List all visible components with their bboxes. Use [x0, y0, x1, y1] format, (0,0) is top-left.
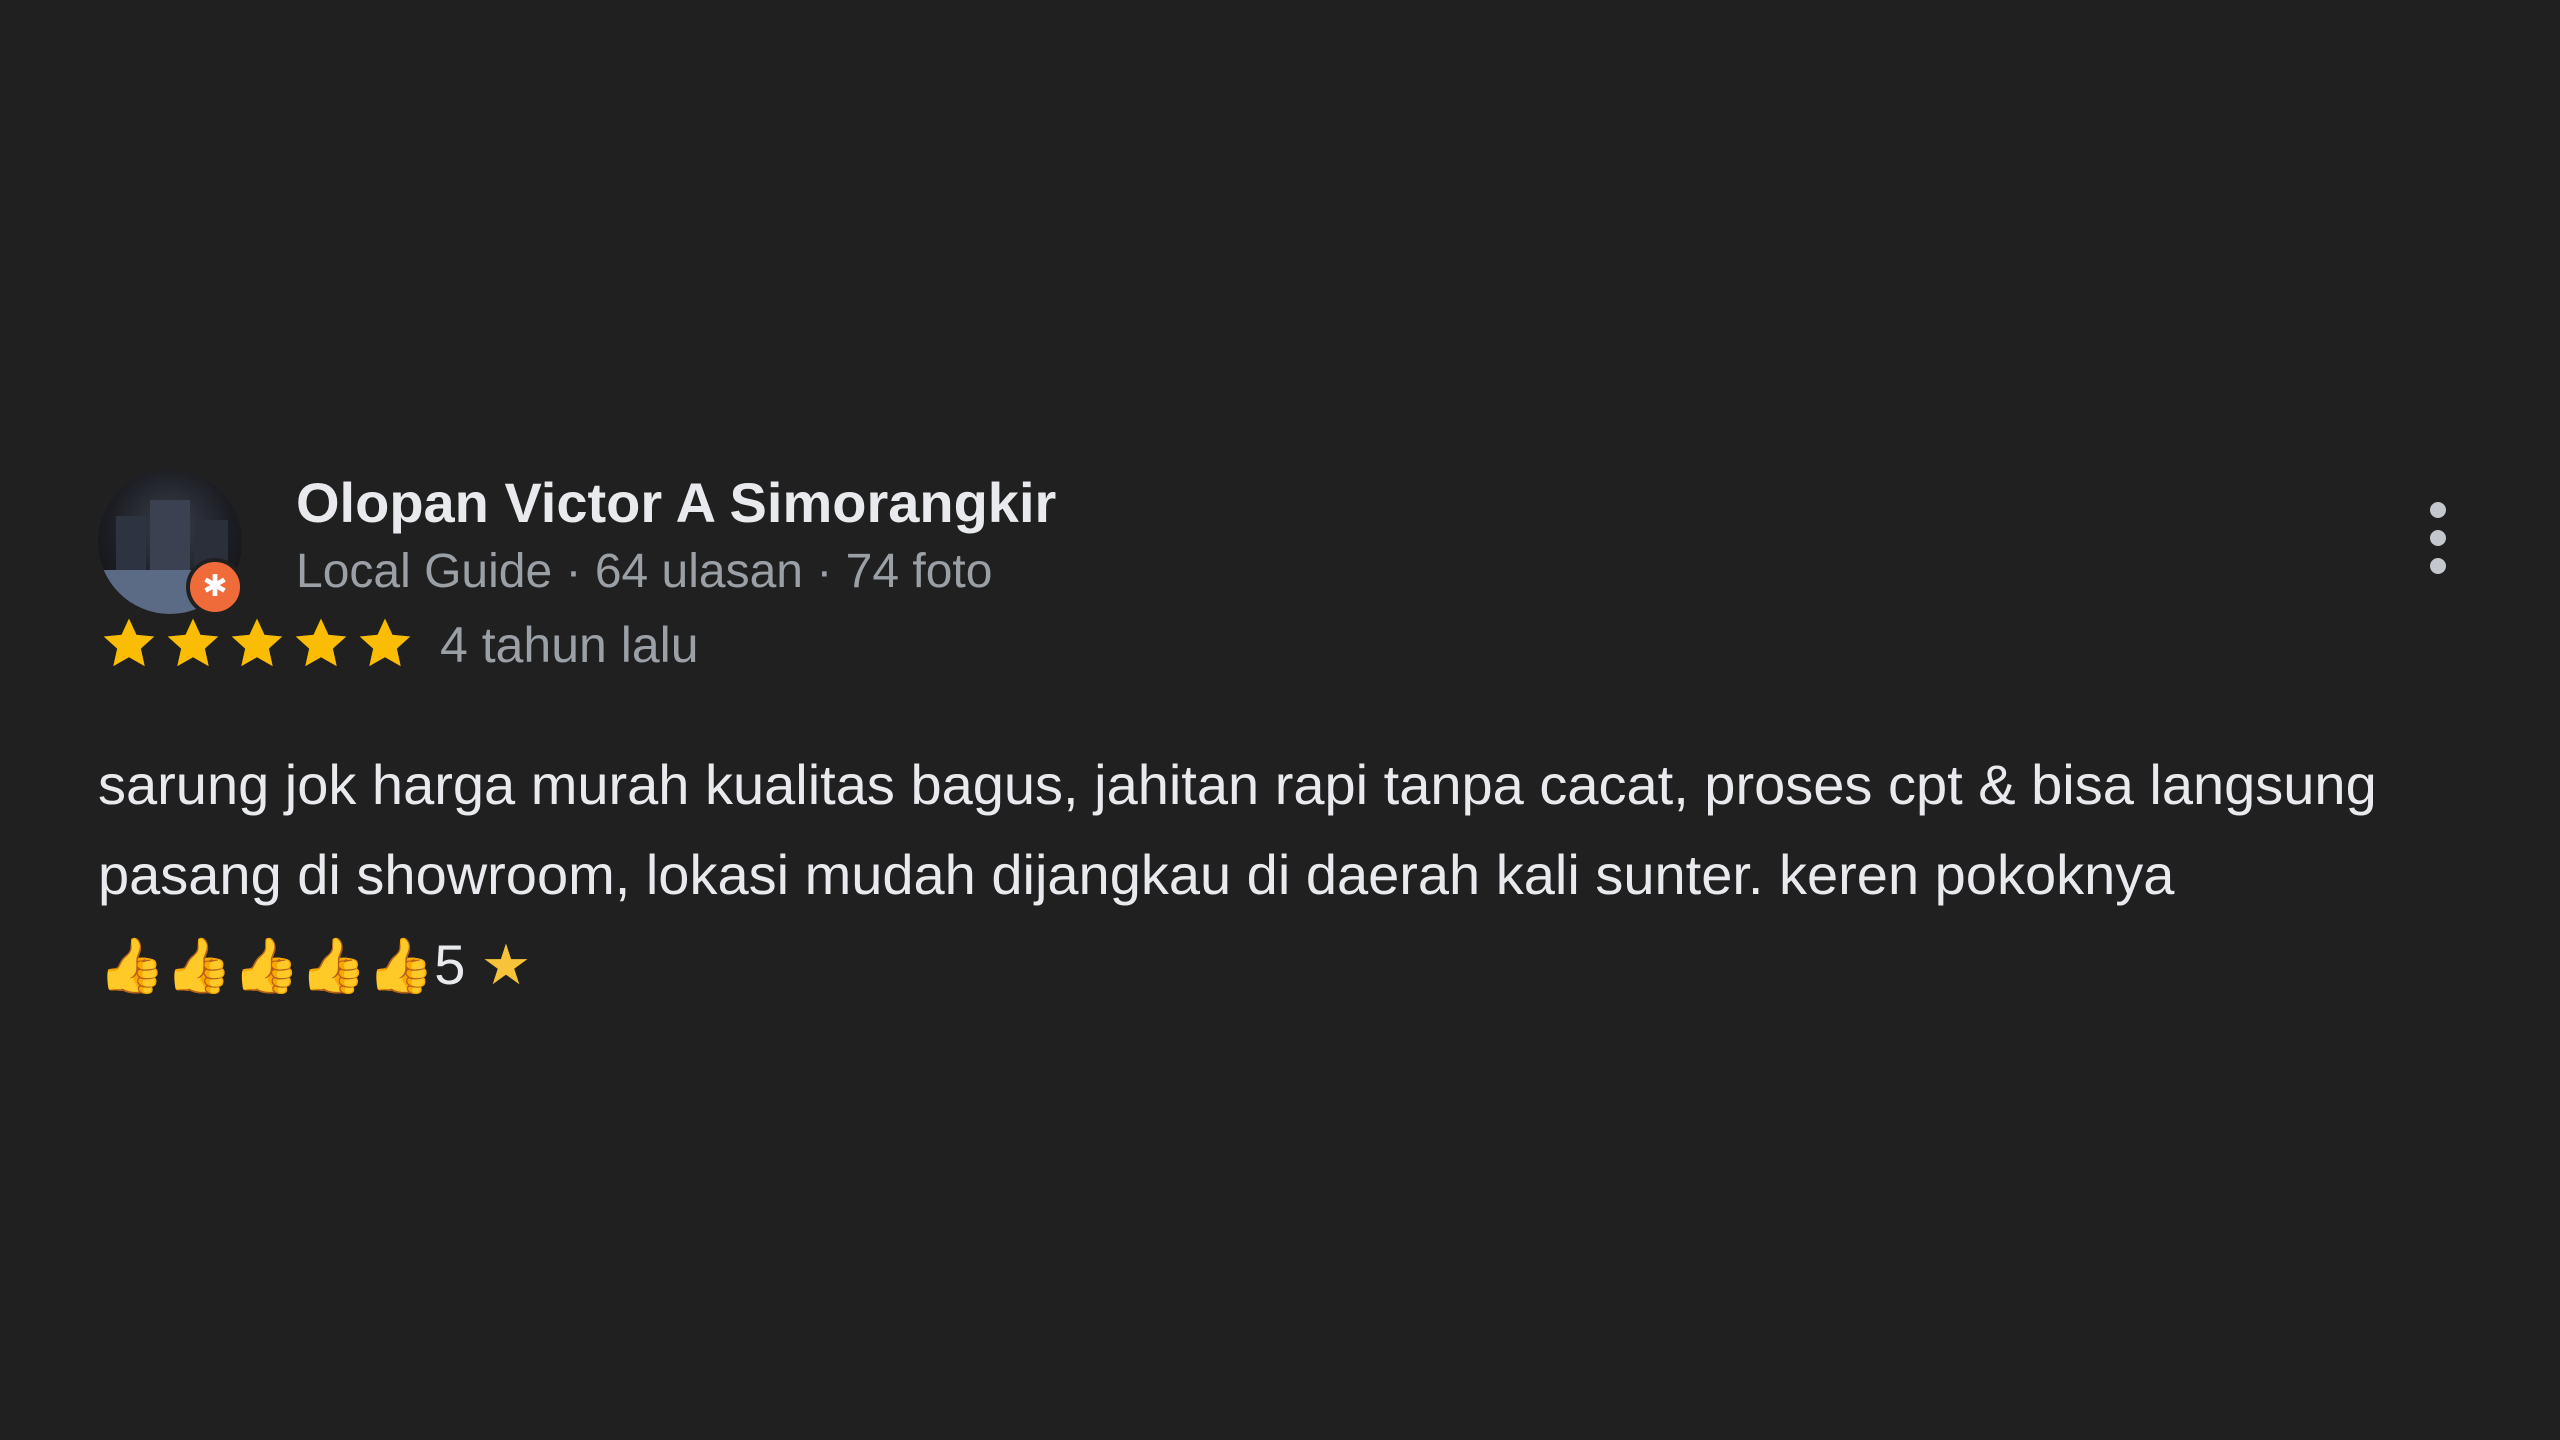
star-icon — [103, 618, 155, 667]
local-guide-badge-icon: ✱ — [186, 558, 244, 616]
review-suffix-number: 5 — [434, 933, 466, 996]
star-icon — [167, 618, 219, 667]
review-body: sarung jok harga murah kualitas bagus, j… — [98, 753, 2377, 906]
review-suffix-star: ★ — [480, 933, 532, 998]
star-icon — [231, 618, 283, 667]
more-options-button[interactable] — [2398, 490, 2478, 586]
more-options-icon — [2430, 502, 2446, 518]
avatar[interactable]: ✱ — [98, 470, 244, 616]
review-header: ✱ Olopan Victor A Simorangkir Local Guid… — [98, 460, 2478, 616]
reviewer-name[interactable]: Olopan Victor A Simorangkir — [296, 470, 1056, 535]
review-card: ✱ Olopan Victor A Simorangkir Local Guid… — [98, 460, 2478, 1011]
review-text: sarung jok harga murah kualitas bagus, j… — [98, 740, 2478, 1011]
star-icon — [359, 618, 411, 667]
reviewer-meta: Local Guide · 64 ulasan · 74 foto — [296, 545, 993, 598]
star-icon — [295, 618, 347, 667]
rating-row: 4 tahun lalu — [98, 612, 2478, 684]
star-rating — [98, 612, 416, 674]
review-time: 4 tahun lalu — [440, 617, 699, 673]
thumbs-up-emojis: 👍👍👍👍👍 — [98, 934, 435, 997]
